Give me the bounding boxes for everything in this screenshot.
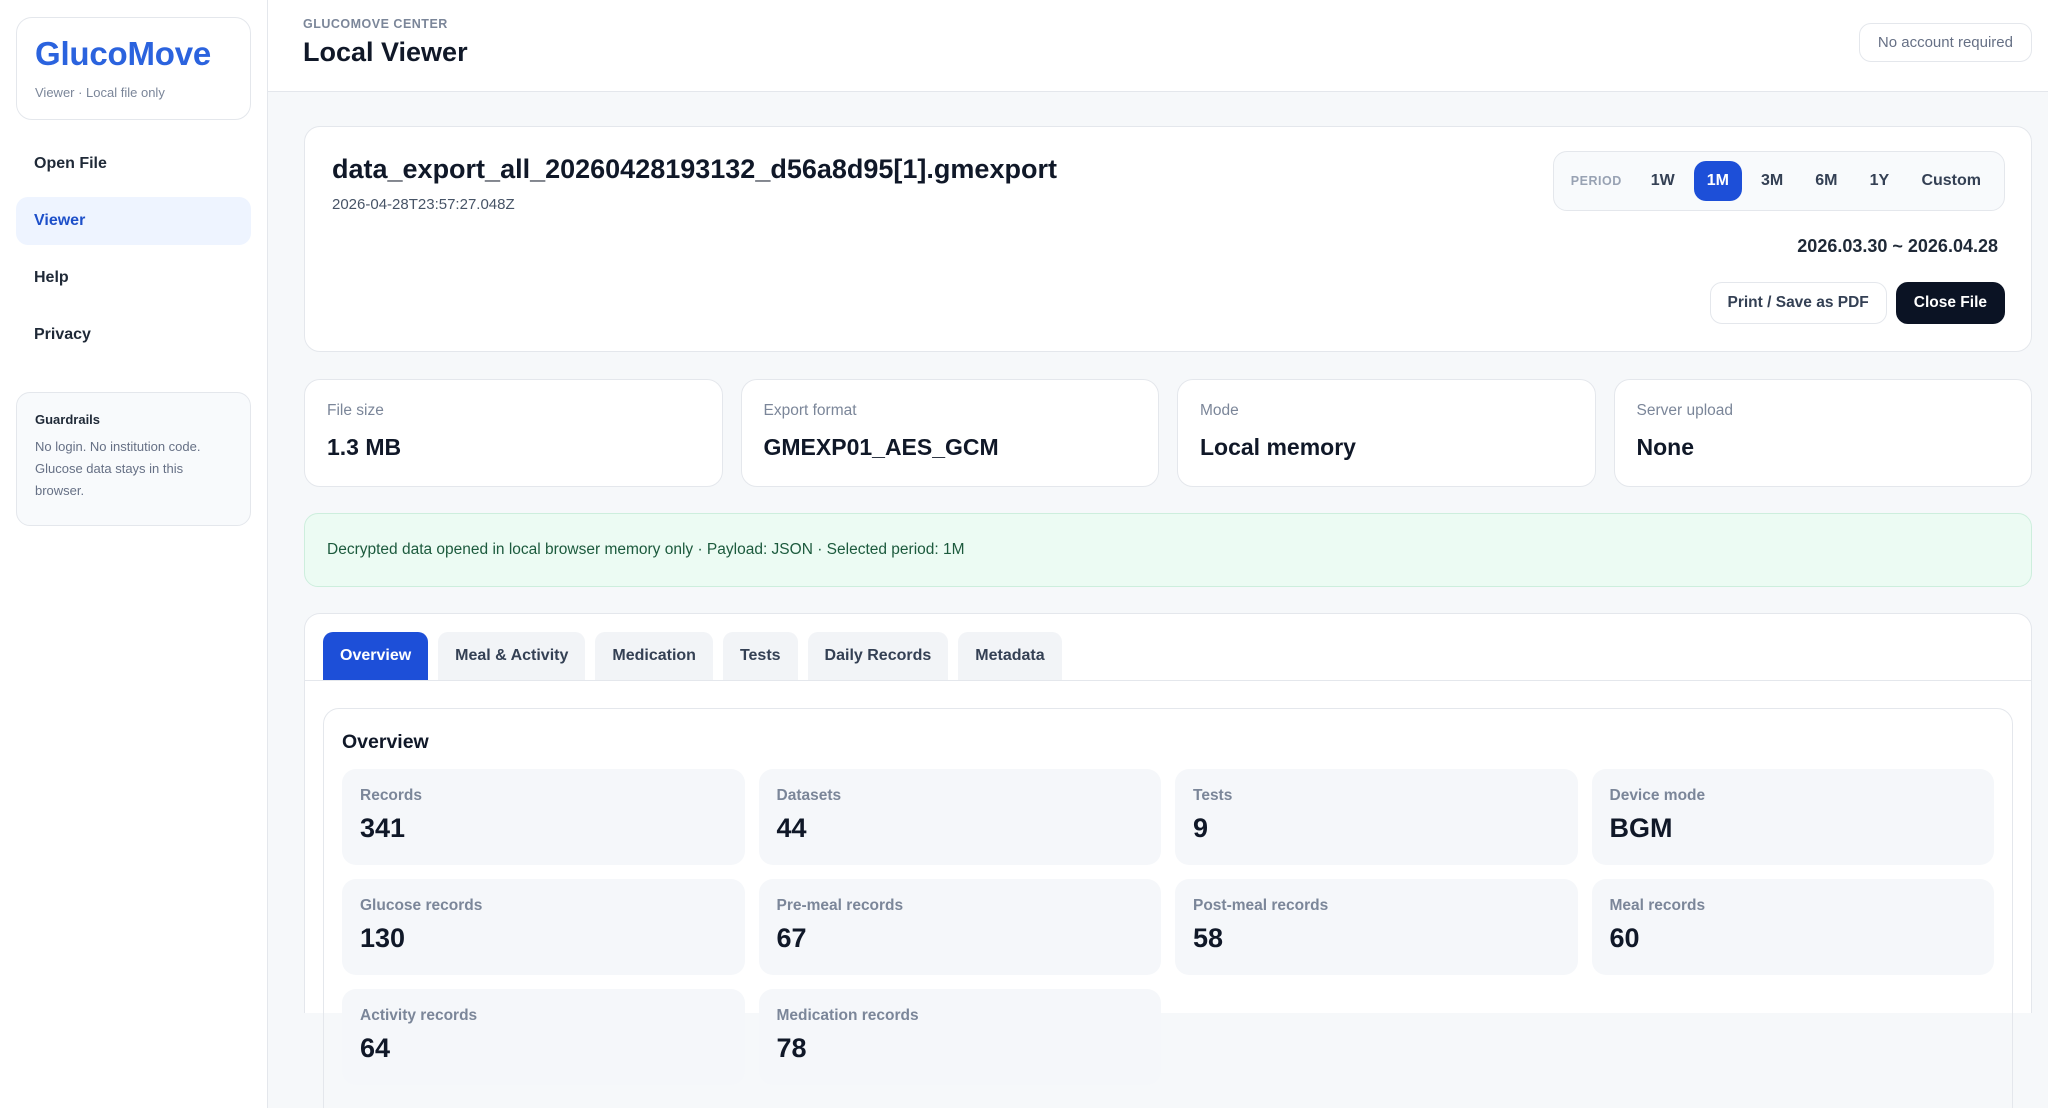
tab-overview[interactable]: Overview	[323, 632, 429, 680]
stat-value: None	[1636, 434, 1695, 460]
metric-datasets: Datasets 44	[758, 769, 1161, 865]
metric-value: 78	[776, 1033, 807, 1063]
sidebar-item-help[interactable]: Help	[16, 254, 251, 302]
file-timestamp: 2026-04-28T23:57:27.048Z	[332, 196, 515, 213]
stat-value: GMEXP01_AES_GCM	[763, 434, 999, 460]
metric-value: 64	[360, 1033, 391, 1063]
stat-export-format: Export format GMEXP01_AES_GCM	[740, 379, 1159, 487]
tab-meal-activity[interactable]: Meal & Activity	[438, 632, 586, 680]
period-label: PERIOD	[1570, 174, 1622, 188]
metric-medication-records: Medication records 78	[758, 989, 1161, 1085]
guardrails-card: Guardrails No login. No institution code…	[16, 392, 251, 526]
metric-label: Device mode	[1609, 787, 1706, 804]
sidebar-item-viewer[interactable]: Viewer	[16, 197, 251, 245]
metric-tests: Tests 9	[1175, 769, 1578, 865]
metric-grid: Records 341 Datasets 44 Tests 9 Device m…	[342, 769, 1994, 1085]
stat-label: File size	[327, 402, 384, 419]
sidebar-item-privacy[interactable]: Privacy	[16, 311, 251, 359]
file-card: data_export_all_20260428193132_d56a8d95[…	[304, 126, 2032, 352]
period-6m-button[interactable]: 6M	[1802, 161, 1850, 201]
metric-value: 130	[360, 923, 406, 953]
sidebar-nav: Open File Viewer Help Privacy	[16, 140, 251, 359]
metric-value: 58	[1193, 923, 1224, 953]
period-3m-button[interactable]: 3M	[1748, 161, 1796, 201]
stat-file-size: File size 1.3 MB	[304, 379, 723, 487]
period-1w-button[interactable]: 1W	[1638, 161, 1688, 201]
file-name: data_export_all_20260428193132_d56a8d95[…	[332, 154, 1057, 184]
sidebar-item-open-file[interactable]: Open File	[16, 140, 251, 188]
stat-value: 1.3 MB	[327, 434, 402, 460]
period-selector: PERIOD 1W 1M 3M 6M 1Y Custom	[1552, 151, 2005, 211]
metric-label: Datasets	[776, 787, 842, 804]
decryption-notice: Decrypted data opened in local browser m…	[304, 513, 2032, 587]
account-badge: No account required	[1858, 23, 2032, 62]
print-save-pdf-button[interactable]: Print / Save as PDF	[1709, 282, 1887, 324]
metric-post-meal-records: Post-meal records 58	[1175, 879, 1578, 975]
tab-tests[interactable]: Tests	[722, 632, 798, 680]
main-area: GLUCOMOVE CENTER Local Viewer No account…	[268, 0, 2048, 1108]
stat-server-upload: Server upload None	[1613, 379, 2032, 487]
metric-label: Records	[360, 787, 423, 804]
data-panel: Overview Meal & Activity Medication Test…	[304, 613, 2032, 1108]
metric-pre-meal-records: Pre-meal records 67	[758, 879, 1161, 975]
page-eyebrow: GLUCOMOVE CENTER	[303, 17, 448, 31]
metric-label: Tests	[1193, 787, 1233, 804]
metric-meal-records: Meal records 60	[1591, 879, 1994, 975]
metric-label: Pre-meal records	[776, 897, 904, 914]
metric-label: Activity records	[360, 1007, 478, 1024]
stat-value: Local memory	[1200, 434, 1356, 460]
content: data_export_all_20260428193132_d56a8d95[…	[268, 92, 2048, 1108]
tab-medication[interactable]: Medication	[595, 632, 713, 680]
close-file-button[interactable]: Close File	[1895, 282, 2005, 324]
metric-glucose-records: Glucose records 130	[342, 879, 745, 975]
brand-logo[interactable]: GlucoMove	[35, 35, 232, 73]
metric-label: Medication records	[776, 1007, 919, 1024]
period-1y-button[interactable]: 1Y	[1856, 161, 1902, 201]
stat-label: Server upload	[1636, 402, 1734, 419]
metric-value: 341	[360, 813, 406, 843]
guardrails-title: Guardrails	[35, 412, 101, 427]
period-1m-button[interactable]: 1M	[1693, 161, 1742, 201]
period-custom-button[interactable]: Custom	[1908, 161, 1994, 201]
tab-daily-records[interactable]: Daily Records	[807, 632, 949, 680]
stat-mode: Mode Local memory	[1177, 379, 1596, 487]
brand-card: GlucoMove Viewer · Local file only	[16, 17, 251, 120]
overview-title: Overview	[342, 731, 429, 753]
tab-metadata[interactable]: Metadata	[958, 632, 1062, 680]
overview-section: Overview Records 341 Datasets 44 Tests 9	[323, 708, 2013, 1108]
metric-label: Post-meal records	[1193, 897, 1329, 914]
metric-value: 67	[776, 923, 807, 953]
metric-activity-records: Activity records 64	[342, 989, 745, 1085]
stat-label: Export format	[763, 402, 857, 419]
brand-subtitle: Viewer · Local file only	[35, 85, 165, 100]
date-range: 2026.03.30 ~ 2026.04.28	[1797, 236, 1998, 256]
metric-label: Glucose records	[360, 897, 483, 914]
metric-value: BGM	[1609, 813, 1673, 843]
page-title: Local Viewer	[303, 37, 468, 67]
metric-device-mode: Device mode BGM	[1591, 769, 1994, 865]
top-bar: GLUCOMOVE CENTER Local Viewer No account…	[268, 0, 2048, 92]
metric-label: Meal records	[1609, 897, 1706, 914]
stat-label: Mode	[1200, 402, 1239, 419]
guardrails-text: No login. No institution code. Glucose d…	[35, 439, 201, 498]
file-stats: File size 1.3 MB Export format GMEXP01_A…	[304, 379, 2032, 487]
metric-value: 9	[1193, 813, 1209, 843]
tab-bar: Overview Meal & Activity Medication Test…	[305, 632, 2031, 681]
metric-value: 44	[776, 813, 807, 843]
metric-records: Records 341	[342, 769, 745, 865]
sidebar: GlucoMove Viewer · Local file only Open …	[0, 0, 268, 1108]
metric-value: 60	[1609, 923, 1640, 953]
